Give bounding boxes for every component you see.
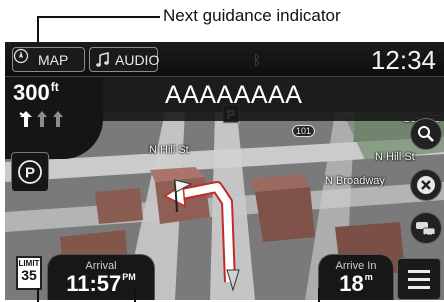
next-guidance-indicator[interactable]: 300ft (5, 77, 103, 159)
next-guidance-distance: 300ft (13, 80, 59, 106)
music-note-icon (95, 51, 111, 68)
menu-icon-line (408, 285, 430, 289)
lane-guidance-icon (19, 111, 63, 127)
traffic-icon (416, 222, 436, 237)
menu-button[interactable] (397, 258, 441, 300)
map-button[interactable]: MAP (12, 47, 85, 72)
callout-tick (134, 288, 136, 302)
map-button-label: MAP (38, 51, 69, 68)
audio-button[interactable]: AUDIO (89, 47, 160, 72)
audio-button-label: AUDIO (115, 51, 160, 68)
callout-leader-horizontal (38, 16, 160, 18)
arrive-in-unit: m (364, 272, 373, 282)
arrive-in-value: 18m (319, 272, 393, 296)
arrival-time: 11:57 (66, 271, 122, 296)
close-icon (417, 176, 435, 194)
traffic-button[interactable] (410, 212, 442, 244)
cancel-route-button[interactable] (410, 169, 442, 201)
compass-icon (13, 48, 34, 68)
callout-tick (318, 288, 320, 302)
distance-value: 300 (13, 80, 50, 105)
menu-icon-line (408, 269, 430, 273)
arrive-in-number: 18 (339, 271, 364, 296)
map-label-n-hill-st-right: N Hill St (375, 151, 415, 163)
speed-limit-value: 35 (21, 267, 37, 283)
navigation-screen: P N Hill St N Hill St N Broadway 101 Ces… (5, 42, 444, 300)
parking-button[interactable]: P (11, 152, 49, 192)
callout-annotation: Next guidance indicator (0, 0, 444, 88)
next-street-name: AAAAAAAA (165, 81, 303, 109)
arrive-in-field[interactable]: Arrive In 18m (318, 254, 394, 300)
status-bar: MAP AUDIO ᛒ 12:34 (5, 42, 444, 77)
speed-limit-sign: LIMIT 35 (16, 256, 42, 290)
bluetooth-icon: ᛒ (253, 52, 262, 68)
route-101-shield: 101 (292, 125, 316, 137)
clock: 12:34 (370, 45, 436, 75)
arrival-time-field[interactable]: Arrival 11:57PM (47, 254, 155, 300)
search-icon (418, 126, 434, 142)
callout-tick (37, 288, 39, 302)
svg-text:P: P (25, 165, 35, 182)
arrival-suffix: PM (122, 272, 136, 282)
map-label-n-broadway: N Broadway (325, 175, 385, 187)
callout-label: Next guidance indicator (163, 6, 341, 25)
search-button[interactable] (410, 118, 442, 150)
arrival-value: 11:57PM (48, 272, 154, 296)
menu-icon-line (408, 277, 430, 281)
parking-icon: P (18, 160, 42, 184)
map-label-n-hill-st: N Hill St (149, 144, 189, 156)
distance-unit: ft (50, 80, 59, 94)
